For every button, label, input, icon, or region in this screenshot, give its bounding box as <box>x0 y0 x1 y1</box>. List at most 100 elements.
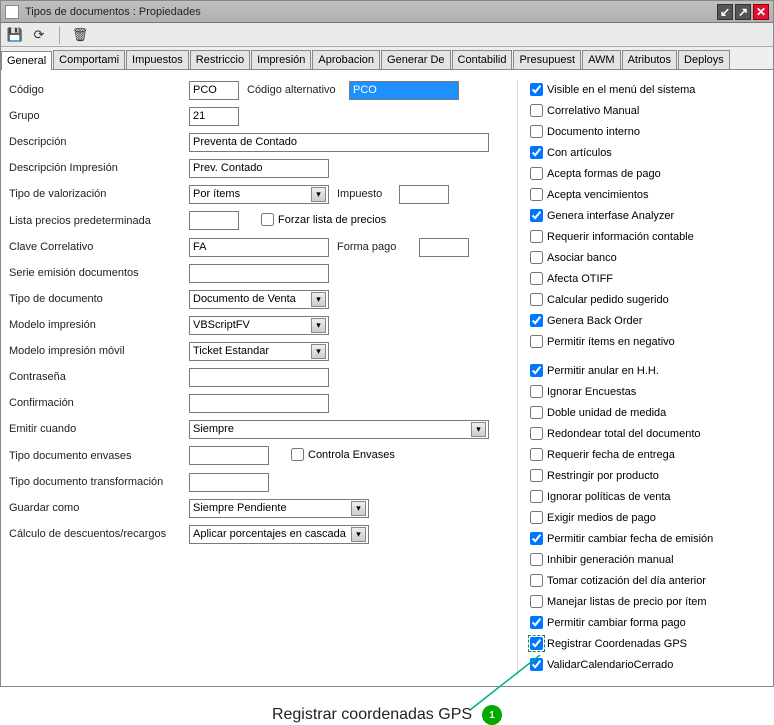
modelo-imp-select[interactable]: VBScriptFV▾ <box>189 316 329 335</box>
chevron-down-icon: ▾ <box>311 344 326 359</box>
checkbox-asociar-banco[interactable]: Asociar banco <box>526 248 755 267</box>
label-guardar-como: Guardar como <box>9 502 189 514</box>
maximize-button[interactable]: ↗ <box>735 4 751 20</box>
tab-presupuesto[interactable]: Presupuest <box>513 50 581 69</box>
label-modelo-imp: Modelo impresión <box>9 319 189 331</box>
label-clave-corr: Clave Correlativo <box>9 241 189 253</box>
titlebar: Tipos de documentos : Propiedades ↙ ↗ ✕ <box>1 1 773 23</box>
guardar-como-select[interactable]: Siempre Pendiente▾ <box>189 499 369 518</box>
forma-pago-field[interactable] <box>419 238 469 257</box>
minimize-button[interactable]: ↙ <box>717 4 733 20</box>
descripcion-field[interactable] <box>189 133 489 152</box>
checkbox-ignorar-pol-ticas-de-venta[interactable]: Ignorar políticas de venta <box>526 487 755 506</box>
label-emitir-cuando: Emitir cuando <box>9 423 189 435</box>
callout-text: Registrar coordenadas GPS <box>272 706 472 724</box>
tipo-val-select[interactable]: Por ítems▾ <box>189 185 329 204</box>
checkbox-requerir-fecha-de-entrega[interactable]: Requerir fecha de entrega <box>526 445 755 464</box>
chevron-down-icon: ▾ <box>351 527 366 542</box>
chevron-down-icon: ▾ <box>311 318 326 333</box>
label-grupo: Grupo <box>9 110 189 122</box>
label-tipo-doc: Tipo de documento <box>9 293 189 305</box>
codigo-alt-field[interactable] <box>349 81 459 100</box>
emitir-cuando-select[interactable]: Siempre▾ <box>189 420 489 439</box>
checkbox-calcular-pedido-sugerido[interactable]: Calcular pedido sugerido <box>526 290 755 309</box>
calc-desc-select[interactable]: Aplicar porcentajes en cascada▾ <box>189 525 369 544</box>
tab-impuestos[interactable]: Impuestos <box>126 50 189 69</box>
close-button[interactable]: ✕ <box>753 4 769 20</box>
label-codigo: Código <box>9 84 189 96</box>
chevron-down-icon: ▾ <box>351 501 366 516</box>
checkbox-restringir-por-producto[interactable]: Restringir por producto <box>526 466 755 485</box>
codigo-field[interactable] <box>189 81 239 100</box>
checkbox-permitir-anular-en-h-h-[interactable]: Permitir anular en H.H. <box>526 361 755 380</box>
label-lista-pred: Lista precios predeterminada <box>9 215 189 227</box>
save-icon[interactable]: 💾 <box>7 27 23 43</box>
chevron-down-icon: ▾ <box>311 187 326 202</box>
impuesto-field[interactable] <box>399 185 449 204</box>
left-panel: Código Código alternativo Grupo Descripc… <box>9 80 509 676</box>
checkbox-doble-unidad-de-medida[interactable]: Doble unidad de medida <box>526 403 755 422</box>
chevron-down-icon: ▾ <box>471 422 486 437</box>
checkbox-genera-back-order[interactable]: Genera Back Order <box>526 311 755 330</box>
tab-bar: GeneralComportamiImpuestosRestriccioImpr… <box>1 47 773 70</box>
label-impuesto: Impuesto <box>329 188 399 200</box>
callout: Registrar coordenadas GPS 1 <box>0 705 774 725</box>
label-tipo-doc-env: Tipo documento envases <box>9 450 189 462</box>
tab-impresión[interactable]: Impresión <box>251 50 311 69</box>
label-forma-pago: Forma pago <box>329 241 419 253</box>
checkbox-permitir-cambiar-fecha-de-emisi-n[interactable]: Permitir cambiar fecha de emisión <box>526 529 755 548</box>
checkbox-permitir-tems-en-negativo[interactable]: Permitir ítems en negativo <box>526 332 755 351</box>
refresh-icon[interactable]: ⟳ <box>31 27 47 43</box>
checkbox-registrar-coordenadas-gps[interactable]: Registrar Coordenadas GPS <box>526 634 755 653</box>
checkbox-acepta-vencimientos[interactable]: Acepta vencimientos <box>526 185 755 204</box>
tab-awm[interactable]: AWM <box>582 50 620 69</box>
label-contrasena: Contraseña <box>9 371 189 383</box>
tipo-doc-trans-field[interactable] <box>189 473 269 492</box>
checkbox-requerir-informaci-n-contable[interactable]: Requerir información contable <box>526 227 755 246</box>
checkbox-validarcalendariocerrado[interactable]: ValidarCalendarioCerrado <box>526 655 755 674</box>
tab-atributos[interactable]: Atributos <box>622 50 677 69</box>
forzar-lista-checkbox[interactable]: Forzar lista de precios <box>257 210 386 229</box>
label-descripcion: Descripción <box>9 136 189 148</box>
tab-general[interactable]: General <box>1 51 52 70</box>
checkbox-con-art-culos[interactable]: Con artículos <box>526 143 755 162</box>
tipo-doc-env-field[interactable] <box>189 446 269 465</box>
callout-badge: 1 <box>482 705 502 725</box>
tipo-doc-select[interactable]: Documento de Venta▾ <box>189 290 329 309</box>
tab-generar des[interactable]: Generar De <box>381 50 450 69</box>
checkbox-ignorar-encuestas[interactable]: Ignorar Encuestas <box>526 382 755 401</box>
checkbox-acepta-formas-de-pago[interactable]: Acepta formas de pago <box>526 164 755 183</box>
label-confirmacion: Confirmación <box>9 397 189 409</box>
label-descripcion-imp: Descripción Impresión <box>9 162 189 174</box>
checkbox-inhibir-generaci-n-manual[interactable]: Inhibir generación manual <box>526 550 755 569</box>
checkbox-tomar-cotizaci-n-del-d-a-anterior[interactable]: Tomar cotización del día anterior <box>526 571 755 590</box>
app-window: Tipos de documentos : Propiedades ↙ ↗ ✕ … <box>0 0 774 687</box>
modelo-imp-movil-select[interactable]: Ticket Estandar▾ <box>189 342 329 361</box>
tab-aprobaciones[interactable]: Aprobacion <box>312 50 380 69</box>
checkbox-visible-en-el-men-del-sistema[interactable]: Visible en el menú del sistema <box>526 80 755 99</box>
contrasena-field[interactable] <box>189 368 329 387</box>
checkbox-correlativo-manual[interactable]: Correlativo Manual <box>526 101 755 120</box>
descripcion-imp-field[interactable] <box>189 159 329 178</box>
tab-restricciones[interactable]: Restriccio <box>190 50 250 69</box>
tab-deploys[interactable]: Deploys <box>678 50 730 69</box>
checkbox-documento-interno[interactable]: Documento interno <box>526 122 755 141</box>
label-codigo-alt: Código alternativo <box>239 84 349 96</box>
checkbox-genera-interfase-analyzer[interactable]: Genera interfase Analyzer <box>526 206 755 225</box>
confirmacion-field[interactable] <box>189 394 329 413</box>
checkbox-manejar-listas-de-precio-por-tem[interactable]: Manejar listas de precio por ítem <box>526 592 755 611</box>
serie-emision-field[interactable] <box>189 264 329 283</box>
tab-contabilidad[interactable]: Contabilid <box>452 50 513 69</box>
label-tipo-val: Tipo de valorización <box>9 188 189 200</box>
lista-pred-field[interactable] <box>189 211 239 230</box>
delete-icon[interactable]: 🗑 <box>72 27 88 43</box>
checkbox-exigir-medios-de-pago[interactable]: Exigir medios de pago <box>526 508 755 527</box>
tab-comportamiento[interactable]: Comportami <box>53 50 125 69</box>
toolbar: 💾 ⟳ 🗑 <box>1 23 773 47</box>
grupo-field[interactable] <box>189 107 239 126</box>
checkbox-afecta-otiff[interactable]: Afecta OTIFF <box>526 269 755 288</box>
clave-corr-field[interactable] <box>189 238 329 257</box>
controla-env-checkbox[interactable]: Controla Envases <box>287 445 395 464</box>
checkbox-permitir-cambiar-forma-pago[interactable]: Permitir cambiar forma pago <box>526 613 755 632</box>
checkbox-redondear-total-del-documento[interactable]: Redondear total del documento <box>526 424 755 443</box>
